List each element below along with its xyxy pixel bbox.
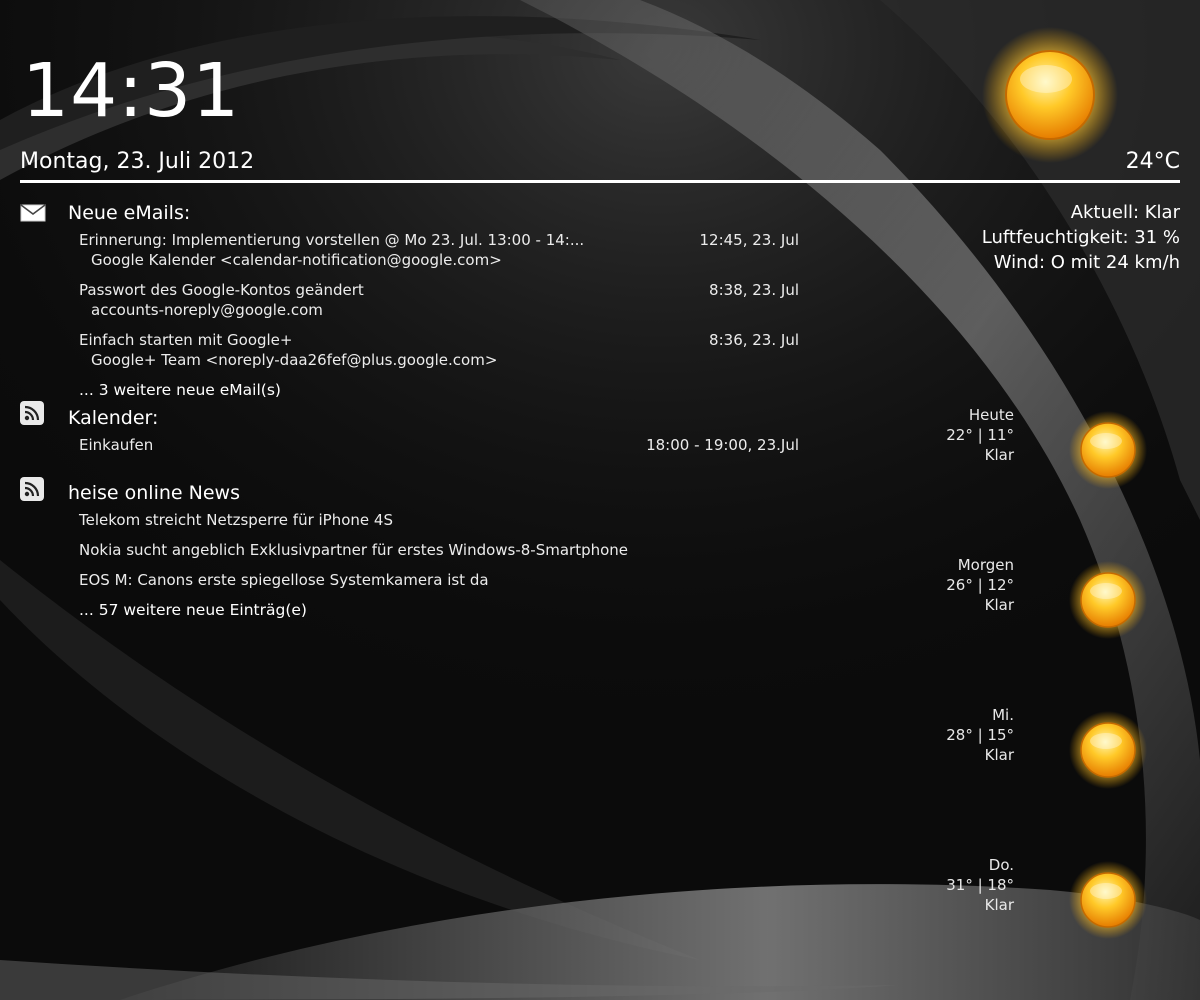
calendar-event-time: 18:00 - 19:00, 23.Jul [646,436,799,454]
humidity: Luftfeuchtigkeit: 31 % [981,227,1180,248]
forecast-day-name: Mi. [992,706,1014,724]
calendar-section-title: Kalender: [68,407,159,429]
forecast-day: Morgen 26° | 12° Klar [894,555,1014,615]
email-sender: accounts-noreply@google.com [91,301,323,319]
forecast-day-name: Do. [988,856,1014,874]
email-sender: Google+ Team <noreply-daa26fef@plus.goog… [91,351,498,369]
forecast-day-name: Heute [968,406,1014,424]
sun-icon [1069,711,1147,789]
rss-icon [20,477,44,501]
forecast-temps: 31° | 18° [946,876,1014,894]
news-item[interactable]: Nokia sucht angeblich Exklusivpartner fü… [79,540,628,560]
forecast-temps: 26° | 12° [946,576,1014,594]
current-temperature: 24°C [1125,149,1180,174]
header-divider [20,180,1180,183]
email-time: 8:36, 23. Jul [709,331,799,349]
forecast-condition: Klar [984,446,1014,464]
news-item[interactable]: EOS M: Canons erste spiegellose Systemka… [79,570,489,590]
email-time: 8:38, 23. Jul [709,281,799,299]
sun-icon [1069,561,1147,639]
emails-section-title: Neue eMails: [68,202,191,224]
email-sender: Google Kalender <calendar-notification@g… [91,251,502,269]
forecast-day: Mi. 28° | 15° Klar [894,705,1014,765]
sun-icon [1069,861,1147,939]
forecast-day: Heute 22° | 11° Klar [894,405,1014,465]
more-news-link[interactable]: ... 57 weitere neue Einträg(e) [79,600,307,620]
mail-icon [20,204,46,222]
forecast-temps: 28° | 15° [946,726,1014,744]
sun-icon [1069,411,1147,489]
email-subject[interactable]: Erinnerung: Implementierung vorstellen @… [79,230,584,250]
rss-icon [20,401,44,425]
email-subject[interactable]: Passwort des Google-Kontos geändert [79,280,364,300]
current-condition: Aktuell: Klar [1070,202,1180,223]
more-emails-link[interactable]: ... 3 weitere neue eMail(s) [79,380,281,400]
forecast-day: Do. 31° | 18° Klar [894,855,1014,915]
date: Montag, 23. Juli 2012 [20,149,255,174]
sun-icon [982,27,1118,163]
calendar-event-title[interactable]: Einkaufen [79,435,153,455]
clock: 14:31 [22,48,241,134]
wind: Wind: O mit 24 km/h [993,252,1180,273]
news-section-title: heise online News [68,482,240,504]
email-subject[interactable]: Einfach starten mit Google+ [79,330,292,350]
forecast-condition: Klar [984,746,1014,764]
forecast-condition: Klar [984,596,1014,614]
forecast-temps: 22° | 11° [946,426,1014,444]
email-time: 12:45, 23. Jul [699,231,800,249]
forecast-condition: Klar [984,896,1014,914]
forecast-day-name: Morgen [957,556,1014,574]
news-item[interactable]: Telekom streicht Netzsperre für iPhone 4… [79,510,393,530]
